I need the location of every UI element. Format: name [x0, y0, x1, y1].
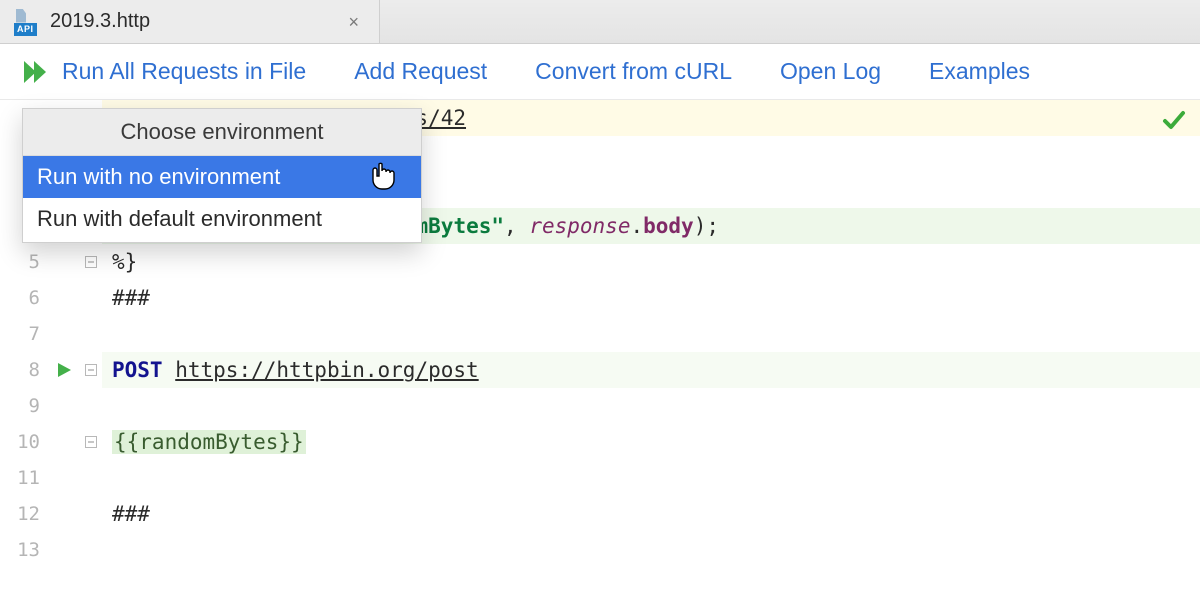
line-number: 12 [0, 496, 48, 532]
editor-line: 11 [0, 460, 1200, 496]
file-tab[interactable]: 2019.3.http × [0, 0, 380, 43]
editor-line: 6 ### [0, 280, 1200, 316]
convert-curl-button[interactable]: Convert from cURL [535, 58, 732, 85]
line-number: 13 [0, 532, 48, 568]
double-play-icon [24, 61, 50, 83]
gutter-fold-slot [80, 256, 102, 268]
editor-line: 7 [0, 316, 1200, 352]
line-number: 9 [0, 388, 48, 424]
fold-handle-icon[interactable] [85, 256, 97, 268]
environment-option[interactable]: Run with default environment [23, 198, 421, 240]
fold-handle-icon[interactable] [85, 364, 97, 376]
tab-filename: 2019.3.http [50, 10, 150, 33]
editor-line: 5%} [0, 244, 1200, 280]
editor-line: 13 [0, 532, 1200, 568]
fold-handle-icon[interactable] [85, 436, 97, 448]
code-cell[interactable]: POST https://httpbin.org/post [102, 352, 1200, 388]
close-icon[interactable]: × [344, 9, 363, 35]
play-icon[interactable] [56, 362, 72, 378]
code-cell[interactable]: ### [102, 496, 1200, 532]
environment-dropdown: Choose environment Run with no environme… [22, 108, 422, 243]
line-number: 11 [0, 460, 48, 496]
line-number: 7 [0, 316, 48, 352]
editor-line: 8 POST https://httpbin.org/post [0, 352, 1200, 388]
analysis-ok-check-icon[interactable] [1162, 108, 1186, 137]
environment-dropdown-title: Choose environment [23, 109, 421, 156]
tab-bar: 2019.3.http × [0, 0, 1200, 44]
environment-option[interactable]: Run with no environment [23, 156, 421, 198]
gutter-run-slot [48, 362, 80, 378]
editor-line: 9 [0, 388, 1200, 424]
run-all-requests-button[interactable]: Run All Requests in File [24, 58, 306, 85]
open-log-button[interactable]: Open Log [780, 58, 881, 85]
api-file-icon [14, 9, 40, 35]
gutter-fold-slot [80, 436, 102, 448]
line-number: 5 [0, 244, 48, 280]
line-number: 6 [0, 280, 48, 316]
editor-line: 10 {{randomBytes}} [0, 424, 1200, 460]
code-cell[interactable]: ### [102, 280, 1200, 316]
gutter-fold-slot [80, 364, 102, 376]
line-number: 8 [0, 352, 48, 388]
line-number: 10 [0, 424, 48, 460]
editor-line: 12 ### [0, 496, 1200, 532]
http-client-toolbar: Run All Requests in File Add Request Con… [0, 44, 1200, 100]
code-cell[interactable]: {{randomBytes}} [102, 424, 1200, 460]
examples-button[interactable]: Examples [929, 58, 1030, 85]
code-cell[interactable]: %} [102, 244, 1200, 280]
run-all-label: Run All Requests in File [62, 58, 306, 85]
add-request-button[interactable]: Add Request [354, 58, 487, 85]
